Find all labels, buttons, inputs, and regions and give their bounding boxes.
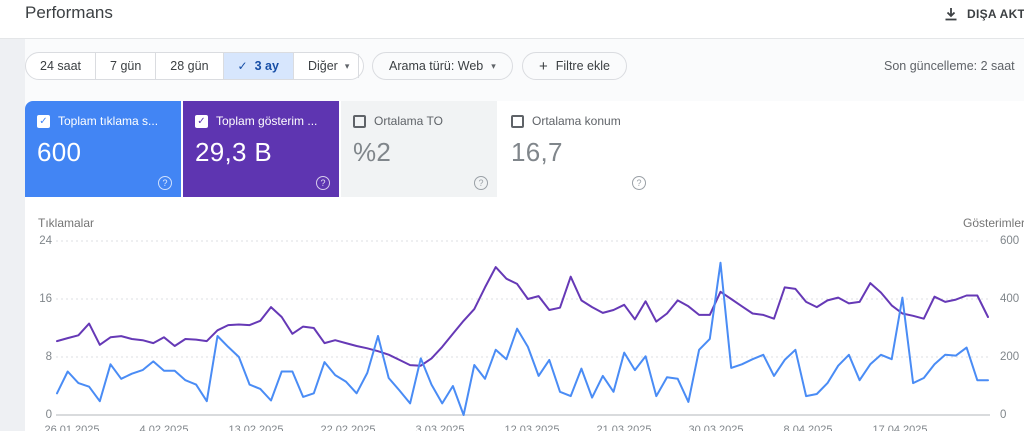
help-icon[interactable]: ? bbox=[632, 176, 646, 190]
card-average-ctr[interactable]: Ortalama TO %2 ? bbox=[341, 101, 497, 197]
checkbox-checked-icon[interactable]: ✓ bbox=[195, 114, 208, 128]
card-total-impressions[interactable]: ✓ Toplam gösterim ... 29,3 B ? bbox=[183, 101, 339, 197]
right-axis-title: Gösterimler bbox=[963, 216, 1024, 230]
help-icon[interactable]: ? bbox=[158, 176, 172, 190]
card-value: 16,7 bbox=[511, 137, 563, 167]
left-tick: 0 bbox=[45, 409, 52, 421]
download-icon bbox=[944, 7, 958, 21]
toolbar-separator bbox=[358, 54, 359, 78]
help-icon[interactable]: ? bbox=[474, 176, 488, 190]
export-button[interactable]: DIŞA AKTAR bbox=[944, 4, 1024, 24]
card-total-clicks[interactable]: ✓ Toplam tıklama s... 600 ? bbox=[25, 101, 181, 197]
left-axis-title: Tıklamalar bbox=[38, 216, 95, 230]
performance-page: Performans DIŞA AKTAR 24 saat 7 gün 28 g… bbox=[0, 0, 1024, 431]
page-header: Performans DIŞA AKTAR bbox=[0, 0, 1024, 38]
checkbox-unchecked-icon[interactable] bbox=[353, 114, 366, 128]
left-tick: 8 bbox=[45, 351, 52, 363]
x-tick: 12.03.2025 bbox=[504, 424, 560, 431]
x-tick: 26.01.2025 bbox=[44, 424, 100, 431]
left-tick: 24 bbox=[39, 235, 52, 247]
add-filter-label: Filtre ekle bbox=[555, 59, 610, 73]
range-24h[interactable]: 24 saat bbox=[26, 53, 95, 79]
card-value: 600 bbox=[37, 137, 82, 167]
add-filter-button[interactable]: + Filtre ekle bbox=[522, 52, 627, 80]
check-icon: ✓ bbox=[237, 59, 248, 73]
card-label: Ortalama konum bbox=[532, 114, 621, 128]
page-title: Performans bbox=[25, 3, 113, 22]
search-type-label: Arama türü: Web bbox=[389, 59, 484, 73]
help-icon[interactable]: ? bbox=[316, 176, 330, 190]
x-tick: 4.02.2025 bbox=[139, 424, 189, 431]
last-updated-text: Son güncelleme: 2 saat bbox=[884, 59, 1015, 73]
right-tick: 200 bbox=[1000, 351, 1020, 363]
card-label: Ortalama TO bbox=[374, 114, 443, 128]
range-3m-selected[interactable]: ✓ 3 ay bbox=[222, 53, 293, 79]
range-7d[interactable]: 7 gün bbox=[95, 53, 155, 79]
plus-icon: + bbox=[539, 57, 548, 75]
right-tick: 0 bbox=[1000, 409, 1007, 421]
card-average-position[interactable]: Ortalama konum 16,7 ? bbox=[499, 101, 655, 197]
x-tick: 8.04.2025 bbox=[783, 424, 833, 431]
date-range-group: 24 saat 7 gün 28 gün ✓ 3 ay Diğer ▾ bbox=[25, 52, 365, 80]
export-label: DIŞA AKTAR bbox=[967, 7, 1024, 21]
right-tick: 600 bbox=[1000, 235, 1020, 247]
checkbox-unchecked-icon[interactable] bbox=[511, 114, 524, 128]
x-tick: 17.04.2025 bbox=[872, 424, 928, 431]
chevron-down-icon: ▾ bbox=[344, 61, 350, 71]
x-tick: 3.03.2025 bbox=[415, 424, 465, 431]
x-tick: 30.03.2025 bbox=[688, 424, 744, 431]
card-value: %2 bbox=[353, 137, 392, 167]
card-value: 29,3 B bbox=[195, 137, 272, 167]
x-tick: 21.03.2025 bbox=[596, 424, 652, 431]
checkbox-checked-icon[interactable]: ✓ bbox=[37, 114, 50, 128]
left-tick: 16 bbox=[39, 293, 52, 305]
x-tick: 22.02.2025 bbox=[320, 424, 376, 431]
card-label: Toplam gösterim ... bbox=[216, 114, 318, 128]
x-tick: 13.02.2025 bbox=[228, 424, 284, 431]
range-other-dropdown[interactable]: Diğer ▾ bbox=[292, 53, 363, 79]
right-tick: 400 bbox=[1000, 293, 1020, 305]
chevron-down-icon: ▾ bbox=[491, 60, 496, 71]
range-28d[interactable]: 28 gün bbox=[155, 53, 222, 79]
search-type-filter[interactable]: Arama türü: Web ▾ bbox=[372, 52, 513, 80]
card-label: Toplam tıklama s... bbox=[58, 114, 159, 128]
